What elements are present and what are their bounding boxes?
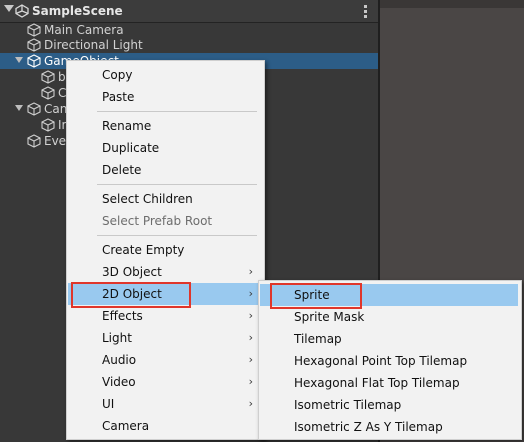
gameobject-cube-icon: [27, 134, 41, 148]
menu-item-hexagonal-flat-top-tilemap[interactable]: Hexagonal Flat Top Tilemap: [260, 372, 518, 394]
menu-item-label: Hexagonal Flat Top Tilemap: [294, 376, 460, 390]
gameobject-cube-icon: [27, 102, 41, 116]
gameobject-cube-icon: [27, 23, 41, 37]
menu-item-isometric-tilemap[interactable]: Isometric Tilemap: [260, 394, 518, 416]
menu-item-delete[interactable]: Delete: [68, 159, 263, 181]
gameobject-cube-icon: [41, 86, 55, 100]
context-menu: Copy Paste Rename Duplicate Delete Selec…: [66, 60, 265, 440]
hierarchy-item-label: Main Camera: [44, 23, 124, 37]
menu-item-label: 3D Object: [102, 265, 162, 279]
gameobject-cube-icon: [27, 54, 41, 68]
menu-item-label: Select Children: [102, 192, 193, 206]
menu-item-label: Select Prefab Root: [102, 214, 213, 228]
gameobject-cube-icon: [27, 38, 41, 52]
menu-item-video[interactable]: Video ›: [68, 371, 263, 393]
menu-item-label: Video: [102, 375, 136, 389]
submenu-arrow-icon: ›: [248, 397, 253, 410]
menu-item-3d-object[interactable]: 3D Object ›: [68, 261, 263, 283]
menu-item-label: Tilemap: [294, 332, 342, 346]
menu-item-label: Copy: [102, 68, 133, 82]
menu-item-label: Light: [102, 331, 132, 345]
hierarchy-item-directional-light[interactable]: Directional Light: [0, 37, 378, 53]
menu-item-label: UI: [102, 397, 115, 411]
menu-item-label: Create Empty: [102, 243, 185, 257]
menu-item-2d-object[interactable]: 2D Object ›: [68, 283, 263, 305]
menu-item-effects[interactable]: Effects ›: [68, 305, 263, 327]
menu-item-create-empty[interactable]: Create Empty: [68, 239, 263, 261]
menu-item-label: Duplicate: [102, 141, 160, 155]
menu-item-select-children[interactable]: Select Children: [68, 188, 263, 210]
scene-options-icon[interactable]: [360, 3, 370, 19]
menu-item-label: Effects: [102, 309, 143, 323]
menu-separator: [97, 111, 257, 112]
menu-item-label: Camera: [102, 419, 150, 433]
menu-item-camera[interactable]: Camera: [68, 415, 263, 437]
menu-item-label: Isometric Z As Y Tilemap: [294, 420, 443, 434]
submenu-arrow-icon: ›: [248, 265, 253, 278]
submenu-2d-object: Sprite Sprite Mask Tilemap Hexagonal Poi…: [258, 280, 522, 440]
menu-item-sprite-mask[interactable]: Sprite Mask: [260, 306, 518, 328]
menu-item-duplicate[interactable]: Duplicate: [68, 137, 263, 159]
menu-item-label: Sprite Mask: [294, 310, 365, 324]
submenu-arrow-icon: ›: [248, 353, 253, 366]
scene-header[interactable]: SampleScene: [0, 0, 378, 23]
submenu-arrow-icon: ›: [248, 309, 253, 322]
menu-item-label: Sprite: [294, 288, 330, 302]
scene-name: SampleScene: [32, 4, 123, 18]
menu-item-select-prefab-root: Select Prefab Root: [68, 210, 263, 232]
submenu-arrow-icon: ›: [248, 331, 253, 344]
menu-item-copy[interactable]: Copy: [68, 64, 263, 86]
menu-item-audio[interactable]: Audio ›: [68, 349, 263, 371]
hierarchy-item-label: Can: [44, 102, 68, 116]
expand-arrow-icon[interactable]: [15, 105, 23, 111]
unity-scene-icon: [15, 4, 29, 18]
menu-item-label: Hexagonal Point Top Tilemap: [294, 354, 468, 368]
hierarchy-item-main-camera[interactable]: Main Camera: [0, 22, 378, 38]
menu-item-label: Audio: [102, 353, 137, 367]
menu-item-label: Delete: [102, 163, 142, 177]
menu-item-sprite[interactable]: Sprite: [260, 284, 518, 306]
gameobject-cube-icon: [41, 118, 55, 132]
menu-item-paste[interactable]: Paste: [68, 86, 263, 108]
menu-item-rename[interactable]: Rename: [68, 115, 263, 137]
expand-arrow-icon[interactable]: [15, 57, 23, 63]
menu-separator: [97, 184, 257, 185]
menu-item-tilemap[interactable]: Tilemap: [260, 328, 518, 350]
menu-item-isometric-z-as-y-tilemap[interactable]: Isometric Z As Y Tilemap: [260, 416, 518, 438]
menu-item-label: Rename: [102, 119, 152, 133]
menu-separator: [97, 235, 257, 236]
menu-item-light[interactable]: Light ›: [68, 327, 263, 349]
menu-item-label: Isometric Tilemap: [294, 398, 402, 412]
menu-item-hexagonal-point-top-tilemap[interactable]: Hexagonal Point Top Tilemap: [260, 350, 518, 372]
collapse-arrow-icon[interactable]: [4, 5, 14, 12]
hierarchy-item-label: Directional Light: [44, 38, 143, 52]
menu-item-ui[interactable]: UI ›: [68, 393, 263, 415]
submenu-arrow-icon: ›: [248, 287, 253, 300]
scene-view-toolbar: [380, 0, 524, 8]
menu-item-label: Paste: [102, 90, 135, 104]
gameobject-cube-icon: [41, 70, 55, 84]
menu-item-label: 2D Object: [102, 287, 162, 301]
hierarchy-item-label: Eve: [44, 134, 67, 148]
submenu-arrow-icon: ›: [248, 375, 253, 388]
